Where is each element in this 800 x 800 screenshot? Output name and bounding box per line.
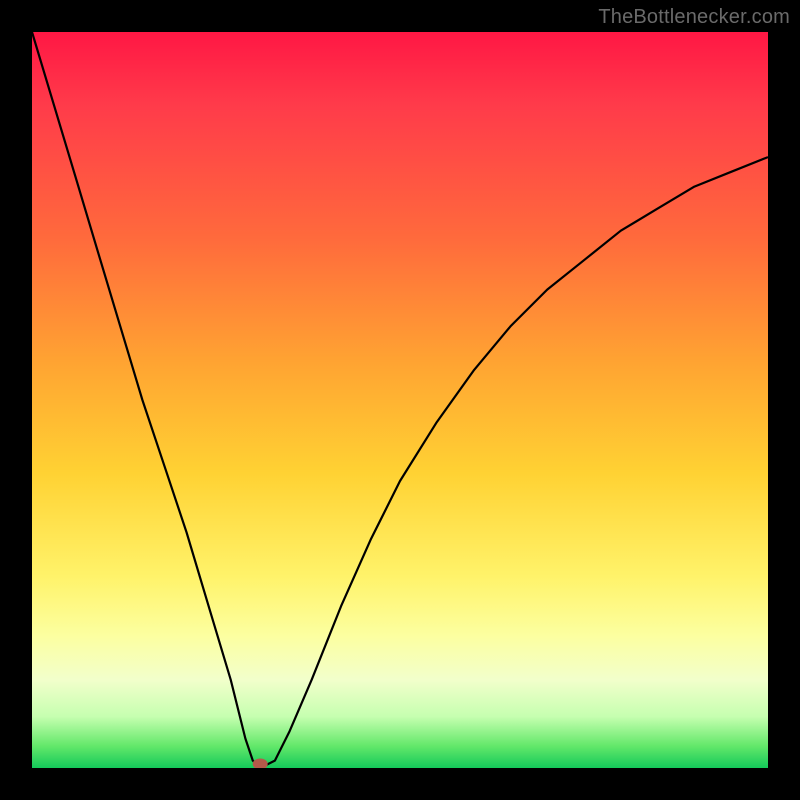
bottleneck-curve [32,32,768,768]
curve-svg [32,32,768,768]
plot-area [32,32,768,768]
minimum-marker [253,759,267,768]
watermark-text: TheBottlenecker.com [598,6,790,29]
chart-frame: TheBottlenecker.com [0,0,800,800]
